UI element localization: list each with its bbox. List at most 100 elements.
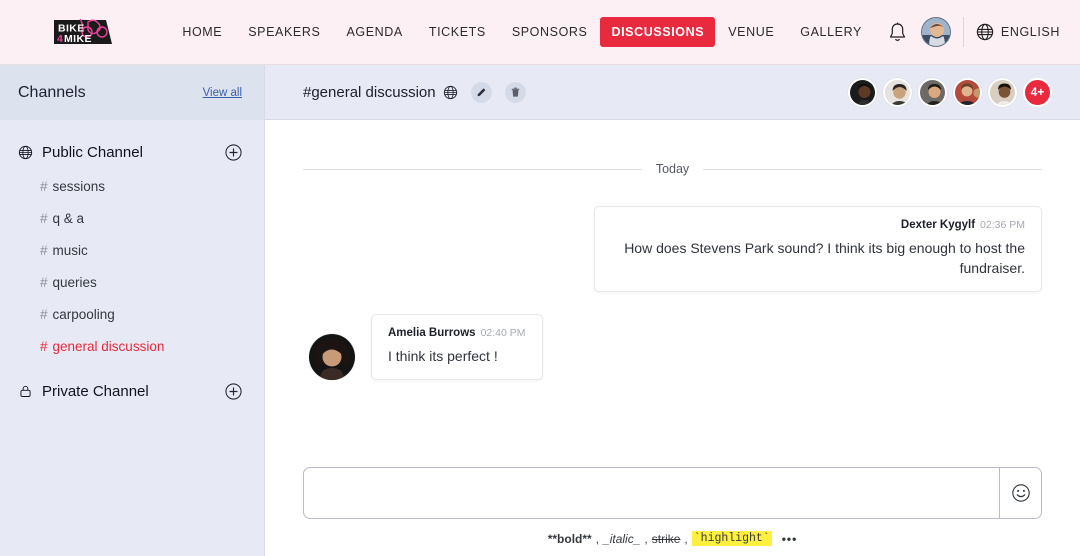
message-bubble[interactable]: Dexter Kygylf 02:36 PM How does Stevens P… [594,206,1042,292]
sidebar-header: Channels View all [0,65,264,120]
sidebar-item-carpooling[interactable]: # carpooling [0,299,264,331]
sidebar-item-general-discussion[interactable]: # general discussion [0,331,264,363]
message-row-outgoing: Dexter Kygylf 02:36 PM How does Stevens P… [303,206,1042,292]
formatting-hints: **bold** , _italic_ , strike , `highligh… [303,531,1042,546]
format-hint-highlight[interactable]: `highlight` [691,531,772,546]
member-avatar-2[interactable] [883,77,912,107]
message-time: 02:36 PM [980,219,1025,231]
message-composer-area: **bold** , _italic_ , strike , `highligh… [265,467,1080,556]
hash-icon: # [40,275,48,290]
svg-text:4: 4 [57,33,63,45]
discussions-page: BIKE 4 MIKE HOME SPEAKERS AGENDA TICKETS… [0,0,1080,556]
format-hint-sep-1: , [595,531,600,546]
channel-name: queries [52,275,97,290]
nav-link-tickets[interactable]: TICKETS [416,18,499,46]
sidebar-channel-list: Public Channel #sessions #q & a #musi [0,120,264,410]
member-avatar-3[interactable] [918,77,947,107]
channel-title-label: general discussion [311,83,436,101]
channel-header: #general discussion 4+ [265,65,1080,120]
channel-group-label: Private Channel [42,383,149,400]
globe-icon [443,85,457,99]
hash-icon: # [40,179,48,194]
nav-link-discussions[interactable]: DISCUSSIONS [600,17,716,47]
nav-icon-group: ENGLISH [883,17,1060,47]
message-bubble[interactable]: Amelia Burrows 02:40 PM I think its perfe… [371,314,543,380]
lock-icon [20,385,31,397]
divider-line-right [703,168,1043,170]
member-avatar-1[interactable] [848,77,877,107]
hash-icon: # [40,243,48,258]
user-avatar[interactable] [920,17,951,47]
day-divider-label: Today [655,162,690,176]
plus-circle-icon[interactable] [225,144,242,161]
sidebar-item-queries[interactable]: # queries [0,267,264,299]
format-hint-sep-2: , [644,531,648,546]
message-time: 02:40 PM [480,327,526,339]
site-logo[interactable]: BIKE 4 MIKE [50,16,116,48]
globe-icon [976,23,994,41]
member-avatar-5[interactable] [988,77,1017,107]
member-avatar-4[interactable] [953,77,982,107]
format-hint-sep-3: , [684,531,688,546]
format-hint-more[interactable]: ••• [782,532,798,546]
incoming-message-wrapper: Amelia Burrows 02:40 PM I think its perfe… [309,314,543,380]
globe-icon [18,145,33,160]
channel-group-label: Public Channel [42,144,143,161]
nav-link-gallery[interactable]: GALLERY [787,18,875,46]
channel-group-public[interactable]: Public Channel [0,134,264,171]
message-row-incoming: Amelia Burrows 02:40 PM I think its perfe… [303,314,1042,380]
hash-icon: # [40,339,48,354]
language-selector[interactable]: ENGLISH [976,23,1060,41]
svg-text:MIKE: MIKE [64,33,92,45]
channel-name: carpooling [52,307,115,322]
trash-icon[interactable] [504,81,526,103]
language-label: ENGLISH [1000,25,1060,39]
format-hint-strike[interactable]: strike [652,532,681,546]
channel-name: q & a [52,211,85,226]
channels-sidebar: Channels View all Public Channel # sessi… [0,65,265,556]
message-author: Amelia Burrows [388,327,476,339]
bell-icon[interactable] [883,17,913,47]
nav-link-speakers[interactable]: SPEAKERS [235,18,333,46]
chat-main: #general discussion 4+ Today Dexter Kygy… [265,65,1080,556]
sidebar-item-music[interactable]: # music [0,235,264,267]
plus-circle-icon[interactable] [225,383,242,400]
message-text: I think its perfect ! [388,348,498,364]
channel-member-avatars: 4+ [842,77,1052,107]
message-meta: Dexter Kygylf 02:36 PM [611,218,1025,232]
nav-divider [962,17,964,47]
primary-nav-links: HOME SPEAKERS AGENDA TICKETS SPONSORS DI… [169,17,1060,47]
message-input[interactable] [304,468,999,518]
sidebar-item-sessions[interactable]: # sessions [0,171,264,203]
divider-line-left [303,168,642,170]
channel-name: general discussion [52,339,165,354]
message-author: Dexter Kygylf [900,219,976,231]
day-divider: Today [303,162,1043,176]
sidebar-item-q-and-a[interactable]: # q & a [0,203,264,235]
sidebar-title: Channels [18,83,86,101]
smiley-icon[interactable] [999,468,1041,518]
member-overflow-badge[interactable]: 4+ [1023,77,1052,107]
channel-name: sessions [52,179,106,194]
nav-link-venue[interactable]: VENUE [715,18,787,46]
channel-title: #general discussion [303,81,526,103]
logo-graphic: BIKE 4 MIKE [54,18,112,45]
channel-name: music [52,243,88,258]
message-meta: Amelia Burrows 02:40 PM [388,326,526,340]
message-author-avatar[interactable] [309,334,355,380]
message-composer [303,467,1042,519]
view-all-link[interactable]: View all [203,87,242,99]
channel-title-text: #general discussion [303,84,436,101]
nav-link-agenda[interactable]: AGENDA [333,18,415,46]
format-hint-italic[interactable]: _italic_ [603,532,640,546]
hash-icon: # [40,307,48,322]
pencil-icon[interactable] [470,81,492,103]
channel-group-private[interactable]: Private Channel [0,373,264,410]
message-text: How does Stevens Park sound? I think its… [624,240,1025,276]
message-list: Today Dexter Kygylf 02:36 PM How does Ste… [265,120,1080,467]
nav-link-home[interactable]: HOME [169,18,235,46]
nav-link-sponsors[interactable]: SPONSORS [499,18,601,46]
format-hint-bold[interactable]: **bold** [548,532,592,546]
page-body: Channels View all Public Channel # sessi… [0,65,1080,556]
top-navigation-bar: BIKE 4 MIKE HOME SPEAKERS AGENDA TICKETS… [0,0,1080,65]
